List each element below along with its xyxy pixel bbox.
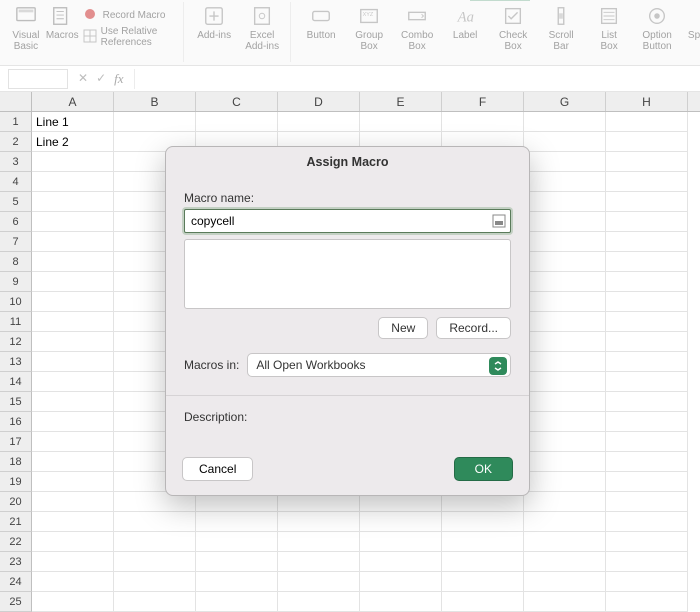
new-button[interactable]: New [378,317,428,339]
cell[interactable] [114,592,196,612]
row-header[interactable]: 25 [0,592,32,612]
macro-name-label: Macro name: [184,191,511,205]
select-chevron-icon [489,357,507,375]
cell[interactable] [278,592,360,612]
cell[interactable] [32,592,114,612]
macros-in-label: Macros in: [184,358,239,372]
ok-button[interactable]: OK [454,457,513,481]
cell[interactable] [196,592,278,612]
description-label: Description: [184,410,511,424]
macros-in-select[interactable]: All Open Workbooks [247,353,511,377]
cell[interactable] [442,592,524,612]
collapse-dialog-icon[interactable] [491,213,507,229]
cancel-button[interactable]: Cancel [182,457,253,481]
assign-macro-dialog: Assign Macro Macro name: New Record... M… [165,146,530,496]
cell[interactable] [524,592,606,612]
macro-name-input[interactable] [184,209,511,233]
cell[interactable] [360,592,442,612]
record-button[interactable]: Record... [436,317,511,339]
macro-list[interactable] [184,239,511,309]
macros-in-value: All Open Workbooks [256,358,365,372]
cell[interactable] [606,592,688,612]
dialog-title: Assign Macro [166,147,529,175]
